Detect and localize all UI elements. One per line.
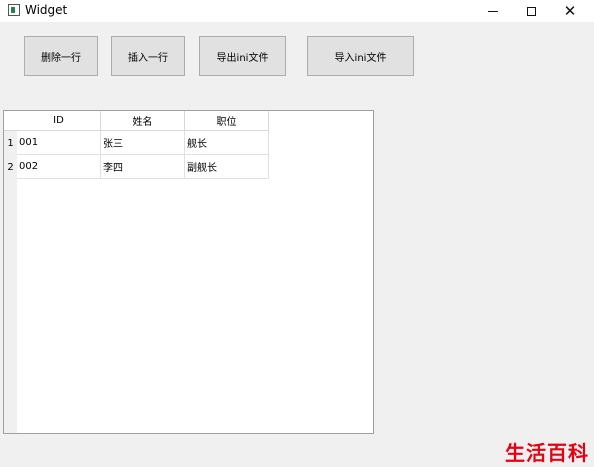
title-bar: Widget ✕ [0,0,594,22]
row-header[interactable]: 1 [4,131,17,155]
minimize-icon [488,10,498,12]
app-icon [8,4,20,16]
import-ini-button[interactable]: 导入ini文件 [307,36,414,76]
table-cell[interactable]: 舰长 [185,131,269,155]
column-header-name[interactable]: 姓名 [101,111,185,131]
row-header[interactable]: 2 [4,155,17,179]
close-button[interactable]: ✕ [552,0,588,22]
watermark-logo: 生活百科 [505,441,589,465]
window-title: Widget [25,3,68,17]
table-cell[interactable]: 副舰长 [185,155,269,179]
data-table[interactable]: ID 姓名 职位 1 001 张三 舰长 2 002 李四 副舰长 [3,110,374,434]
maximize-button[interactable] [513,0,549,22]
delete-row-button[interactable]: 删除一行 [24,36,98,76]
close-icon: ✕ [563,1,577,20]
minimize-button[interactable] [475,0,511,22]
table-corner[interactable] [4,111,17,131]
column-header-position[interactable]: 职位 [185,111,269,131]
table-cell[interactable]: 001 [17,131,101,155]
column-header-id[interactable]: ID [17,111,101,131]
export-ini-button[interactable]: 导出ini文件 [199,36,286,76]
table-cell[interactable]: 张三 [101,131,185,155]
insert-row-button[interactable]: 插入一行 [111,36,185,76]
table-cell[interactable]: 李四 [101,155,185,179]
maximize-icon [526,6,536,16]
table-cell[interactable]: 002 [17,155,101,179]
